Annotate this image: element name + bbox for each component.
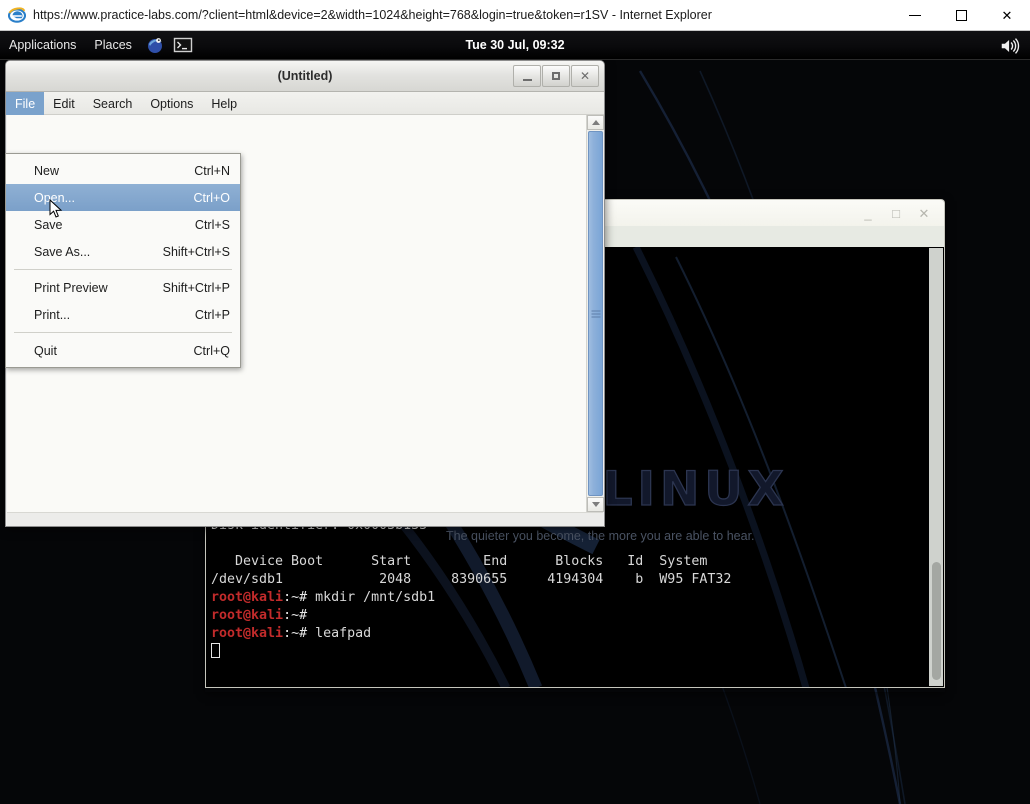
terminal-maximize-button[interactable]: □ [882,200,910,227]
terminal-close-button[interactable]: ✕ [910,200,938,227]
terminal-line: /dev/sdb1 2048 8390655 4194304 b W95 FAT… [211,571,731,589]
menu-help[interactable]: Help [202,92,246,115]
menu-edit[interactable]: Edit [44,92,84,115]
panel-status-area [996,31,1024,60]
terminal-scrollbar[interactable] [929,248,943,686]
browser-titlebar: https://www.practice-labs.com/?client=ht… [0,0,1030,31]
menu-item-save[interactable]: SaveCtrl+S [6,211,240,238]
scrollbar-grip-icon [591,308,600,319]
menu-separator [14,269,232,270]
menu-item-accelerator: Ctrl+Q [194,344,230,358]
browser-close-button[interactable]: ✕ [984,0,1030,31]
browser-maximize-button[interactable] [938,0,984,31]
menu-item-open[interactable]: Open...Ctrl+O [6,184,240,211]
internet-explorer-icon [8,6,26,24]
terminal-window-controls: _ □ ✕ [854,200,938,227]
terminal-scrollbar-thumb[interactable] [932,562,941,680]
terminal-icon[interactable] [172,34,194,56]
leafpad-titlebar: (Untitled) ✕ [6,61,604,92]
menu-item-label: Print Preview [34,281,163,295]
scroll-up-icon[interactable] [587,115,604,130]
menu-file[interactable]: File [6,92,44,115]
menu-item-label: Print... [34,308,195,322]
menu-item-label: Quit [34,344,194,358]
menu-item-accelerator: Ctrl+O [194,191,230,205]
menu-item-label: Save As... [34,245,163,259]
iceweasel-icon[interactable] [144,34,166,56]
scroll-down-icon[interactable] [587,497,604,512]
gnome-top-panel: Applications Places Tue 30 Jul, 09:32 [0,31,1030,60]
menu-item-accelerator: Ctrl+P [195,308,230,322]
menu-options[interactable]: Options [141,92,202,115]
leafpad-scrollbar[interactable] [586,115,603,512]
menu-item-accelerator: Shift+Ctrl+P [163,281,230,295]
leafpad-maximize-button[interactable] [542,65,570,87]
menu-item-print[interactable]: Print...Ctrl+P [6,301,240,328]
menu-item-quit[interactable]: QuitCtrl+Q [6,337,240,364]
terminal-line: Device Boot Start End Blocks Id System [211,553,731,571]
terminal-line [211,535,731,553]
file-menu-dropdown[interactable]: NewCtrl+NOpen...Ctrl+OSaveCtrl+SSave As.… [5,153,241,368]
screen: https://www.practice-labs.com/?client=ht… [0,0,1030,804]
browser-window-controls: ✕ [892,0,1030,31]
leafpad-menubar[interactable]: FileEditSearchOptionsHelp [6,92,604,115]
menu-item-accelerator: Ctrl+S [195,218,230,232]
desktop: _ □ ✕ KALI LINUX The quieter you b [0,31,1030,804]
menu-item-label: Open... [34,191,194,205]
menu-item-accelerator: Ctrl+N [194,164,230,178]
menu-search[interactable]: Search [84,92,142,115]
leafpad-close-button[interactable]: ✕ [571,65,599,87]
browser-title: https://www.practice-labs.com/?client=ht… [33,8,892,22]
menu-item-accelerator: Shift+Ctrl+S [163,245,230,259]
leafpad-statusbar [7,512,603,526]
leafpad-minimize-button[interactable] [513,65,541,87]
terminal-minimize-button[interactable]: _ [854,200,882,227]
menu-separator [14,332,232,333]
menu-item-label: New [34,164,194,178]
menu-applications[interactable]: Applications [0,31,85,60]
menu-item-save-as[interactable]: Save As...Shift+Ctrl+S [6,238,240,265]
leafpad-window-controls: ✕ [512,65,599,87]
volume-icon[interactable] [999,35,1021,57]
terminal-prompt-line: root@kali:~# mkdir /mnt/sdb1 [211,589,731,607]
leafpad-scrollbar-thumb[interactable] [588,131,603,496]
menu-item-new[interactable]: NewCtrl+N [6,157,240,184]
browser-minimize-button[interactable] [892,0,938,31]
terminal-cursor [211,643,731,661]
terminal-prompt-line: root@kali:~# leafpad [211,625,731,643]
terminal-prompt-line: root@kali:~# [211,607,731,625]
menu-item-label: Save [34,218,195,232]
menu-item-print-preview[interactable]: Print PreviewShift+Ctrl+P [6,274,240,301]
menu-places[interactable]: Places [85,31,141,60]
